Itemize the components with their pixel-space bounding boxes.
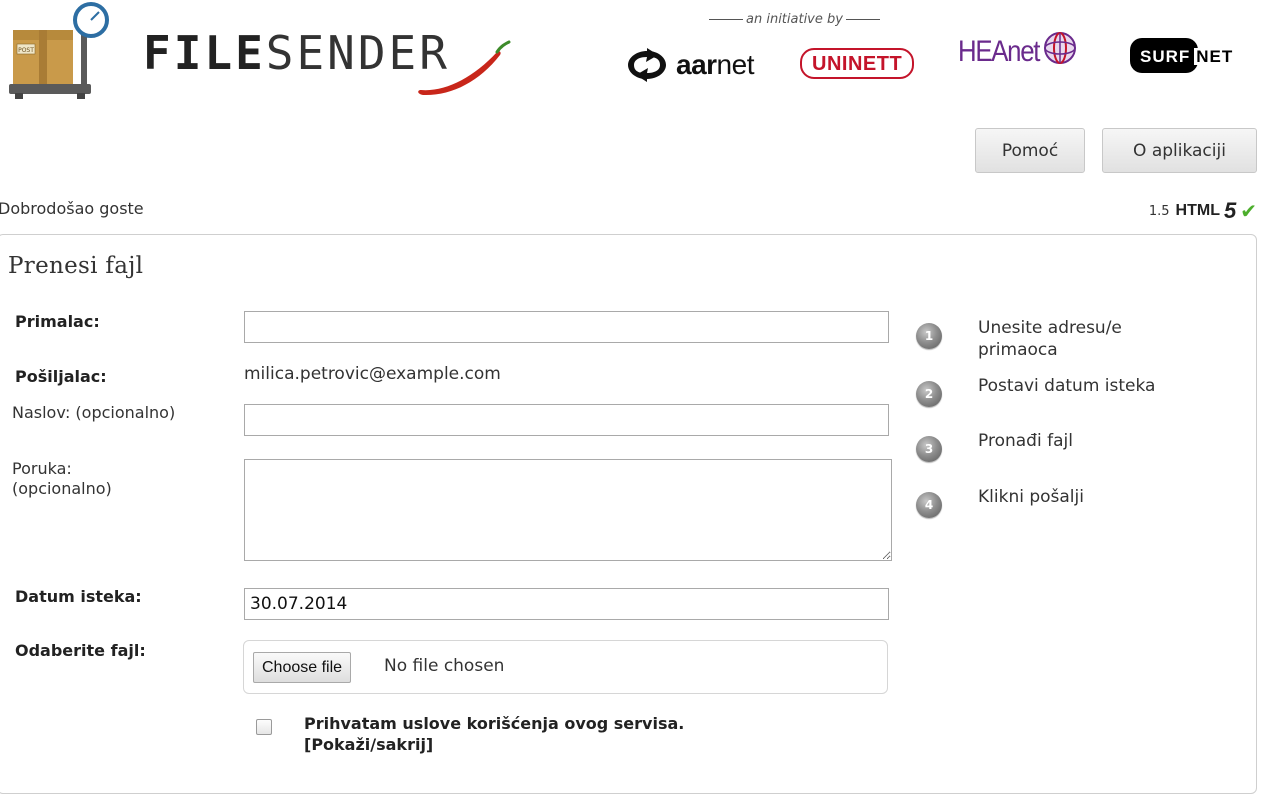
message-label-line2: (opcionalno) <box>12 479 112 498</box>
partner-heanet[interactable]: HEAnet <box>958 32 1080 68</box>
terms-text: Prihvatam uslove korišćenja ovog servisa… <box>304 714 685 733</box>
choose-file-button[interactable]: Choose file <box>253 652 352 683</box>
welcome-text: Dobrodošao goste <box>0 199 144 218</box>
box-stamp: POST <box>18 47 34 54</box>
logo-wordmark-bold: FILE <box>143 26 266 80</box>
message-textarea[interactable] <box>244 459 892 561</box>
step-2: 2 Postavi datum isteka <box>916 375 1155 407</box>
message-label: Poruka: (opcionalno) <box>12 459 112 499</box>
step-number-icon: 1 <box>916 323 942 349</box>
html5-label: 5 <box>1223 198 1237 223</box>
partner-aarnet[interactable]: aarnet <box>622 40 754 90</box>
page-title: Prenesi fajl <box>8 253 144 279</box>
filesender-logo[interactable]: POST FILESENDER <box>5 0 525 105</box>
step-text: Pronađi fajl <box>978 431 1073 451</box>
sender-label: Pošiljalac: <box>15 367 107 386</box>
file-picker: Choose file No file chosen <box>243 640 888 694</box>
expiry-label: Datum isteka: <box>15 587 142 606</box>
aarnet-bold: aar <box>676 49 717 80</box>
upload-panel: Prenesi fajl Primalac: Pošiljalac: milic… <box>0 234 1257 794</box>
recipient-label: Primalac: <box>15 312 100 331</box>
file-label: Odaberite fajl: <box>15 641 146 660</box>
checkmark-icon: ✔ <box>1240 199 1257 223</box>
no-file-chosen-text: No file chosen <box>384 656 505 676</box>
terms-label: Prihvatam uslove korišćenja ovog servisa… <box>304 713 684 755</box>
logo-wordmark: FILESENDER <box>143 30 450 76</box>
partner-surfnet[interactable]: SURF NET <box>1130 38 1234 73</box>
subject-input[interactable] <box>244 404 889 436</box>
step-3: 3 Pronađi fajl <box>916 430 1073 462</box>
sender-value: milica.petrovic@example.com <box>244 364 501 384</box>
expiry-date-input[interactable] <box>244 588 889 620</box>
step-text: Klikni pošalji <box>978 487 1084 507</box>
about-button[interactable]: O aplikaciji <box>1102 128 1257 173</box>
subject-label: Naslov: (opcionalno) <box>12 403 176 422</box>
chili-pepper-icon <box>418 40 511 96</box>
version-badge: 1.5 HTML 5 ✔ <box>1149 198 1257 224</box>
step-number-icon: 2 <box>916 381 942 407</box>
step-text: Unesite adresu/e primaoca <box>978 318 1122 360</box>
step-number-icon: 3 <box>916 436 942 462</box>
surfnet-net: NET <box>1194 47 1234 66</box>
heanet-label: HEAnet <box>958 35 1040 68</box>
recipient-input[interactable] <box>244 311 889 343</box>
aarnet-light: net <box>716 49 755 80</box>
header: POST FILESENDER an initiative by aarnet … <box>0 0 1273 115</box>
terms-checkbox[interactable] <box>256 719 272 735</box>
step-4: 4 Klikni pošalji <box>916 486 1084 518</box>
partner-uninett[interactable]: UNINETT <box>800 48 915 79</box>
surfnet-box: SURF <box>1130 38 1199 73</box>
step-text: Postavi datum isteka <box>978 376 1156 396</box>
step-number-icon: 4 <box>916 492 942 518</box>
help-button[interactable]: Pomoć <box>975 128 1085 173</box>
heanet-globe-icon <box>1044 32 1077 64</box>
html-label: HTML <box>1175 202 1220 219</box>
step-1: 1 Unesite adresu/e primaoca <box>916 317 1122 360</box>
initiative-label: an initiative by <box>706 12 883 27</box>
terms-toggle-link[interactable]: [Pokaži/sakrij] <box>304 734 684 755</box>
aarnet-swirl-icon <box>628 48 666 82</box>
parcel-scale-icon: POST <box>9 2 109 99</box>
version-number: 1.5 <box>1148 203 1170 219</box>
message-label-line1: Poruka: <box>12 459 72 478</box>
